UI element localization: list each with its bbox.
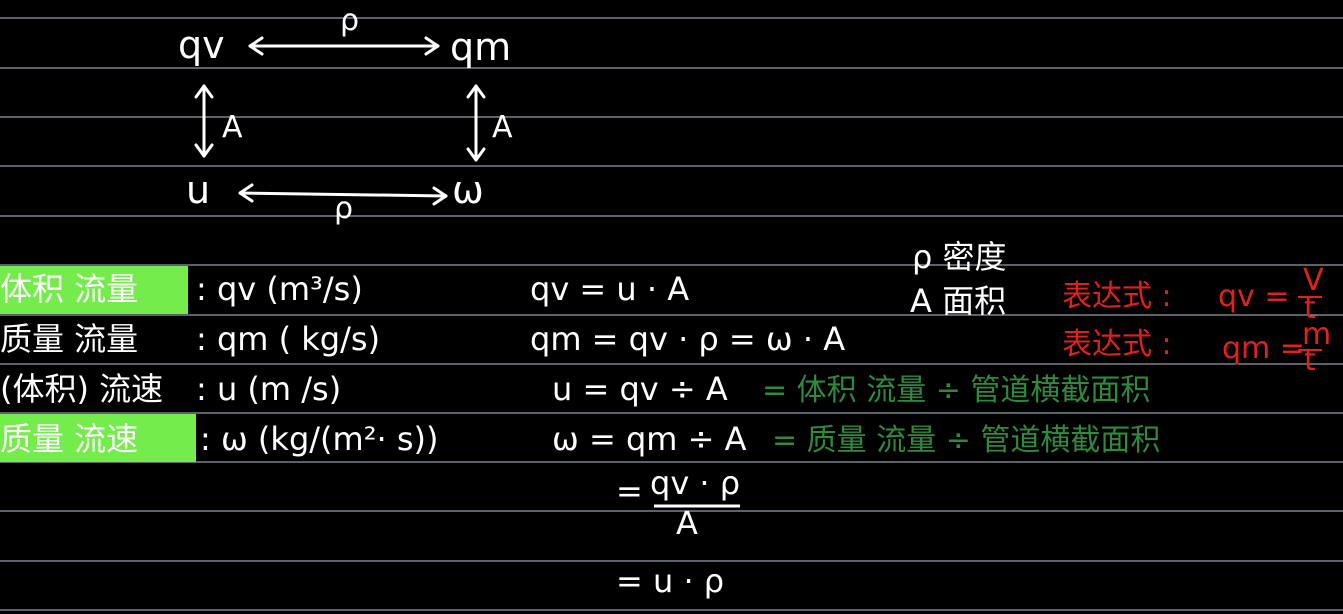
derivation-denominator: A [676,504,698,542]
relation-diagram: qv qm u ω ρ ρ A A [178,3,513,226]
formula-volume-flow: qv = u · A [530,270,689,308]
derivation-equals: = [616,472,643,510]
expression-label-1: 表达式 : [1062,279,1172,314]
formula-mass-flow: qm = qv · ρ = ω · A [530,320,845,358]
note-canvas: qv qm u ω ρ ρ A A ρ 密度 A 面积 体积 流量: qv (… [0,3,1343,611]
label-rho-bottom: ρ [334,191,353,226]
arrow-qm-omega [466,84,486,162]
arrow-qv-u [194,84,214,158]
formula-mass-velocity: ω = qm ÷ A [552,420,747,458]
formula-flow-velocity: u = qv ÷ A [552,370,728,408]
expression-den-2: t [1304,343,1316,378]
quantity-mass-flow: : qm ( kg/s) [196,320,380,358]
quantity-flow-velocity: : u (m /s) [196,370,341,408]
expression-formula-1: qv = [1218,279,1289,314]
label-a-right: A [492,110,513,145]
term-mass-velocity: 质量 流速 [0,420,138,458]
note-mass-velocity: = 质量 流量 ÷ 管道横截面积 [772,423,1160,458]
derivation-result: = u · ρ [616,562,724,600]
expression-formula-2: qm = [1222,331,1305,366]
node-qm: qm [450,25,511,69]
label-a-left: A [222,110,243,145]
derivation-numerator: qv · ρ [650,464,740,502]
derivation: = qv · ρ A = u · ρ [616,464,740,600]
expression-label-2: 表达式 : [1062,327,1172,362]
legend-density: ρ 密度 [912,238,1007,276]
term-flow-velocity: (体积) 流速 [0,370,163,408]
node-qv: qv [178,23,225,67]
node-u: u [186,168,210,212]
quantity-volume-flow: : qv (m³/s) [196,270,363,308]
symbol-legend: ρ 密度 A 面积 [910,238,1007,320]
legend-area: A 面积 [910,282,1006,320]
expressions: 表达式 : qv = V t 表达式 : qm = m t [1062,263,1331,378]
note-flow-velocity: = 体积 流量 ÷ 管道横截面积 [762,373,1150,408]
arrow-qv-qm [248,36,440,56]
ruled-lines [0,17,1343,611]
node-omega: ω [452,168,484,212]
quantity-mass-velocity: : ω (kg/(m²· s)) [200,420,439,458]
term-mass-flow: 质量 流量 [0,320,138,358]
label-rho-top: ρ [340,3,359,38]
term-volume-flow: 体积 流量 [0,270,138,308]
